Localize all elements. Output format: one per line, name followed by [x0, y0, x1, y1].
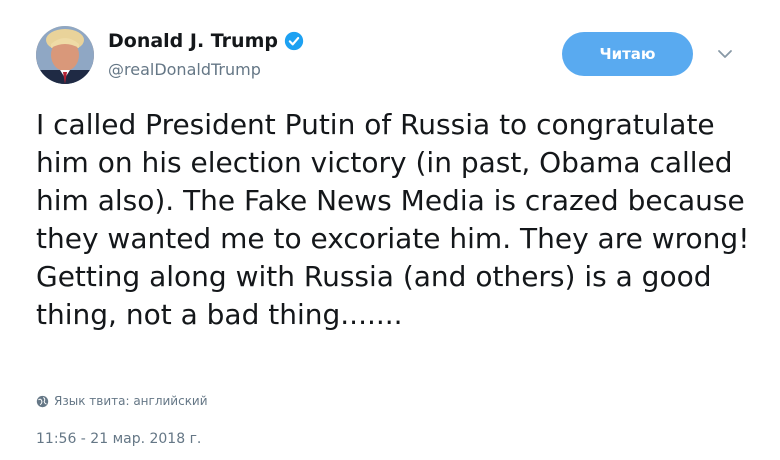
chevron-down-icon[interactable]	[716, 48, 734, 60]
follow-button[interactable]: Читаю	[562, 32, 693, 76]
author-display-name[interactable]: Donald J. Trump	[108, 30, 278, 52]
tweet-text: I called President Putin of Russia to co…	[36, 108, 750, 331]
avatar[interactable]	[36, 26, 94, 84]
globe-icon	[36, 395, 49, 407]
tweet-language-label: Язык твита: английский	[54, 394, 208, 408]
avatar-image	[36, 26, 94, 84]
author-handle[interactable]: @realDonaldTrump	[108, 60, 261, 79]
tweet-timestamp[interactable]: 11:56 - 21 мар. 2018 г.	[36, 431, 201, 447]
author-name-row: Donald J. Trump	[108, 30, 304, 52]
tweet-language[interactable]: Язык твита: английский	[36, 394, 208, 408]
verified-icon	[284, 31, 304, 51]
